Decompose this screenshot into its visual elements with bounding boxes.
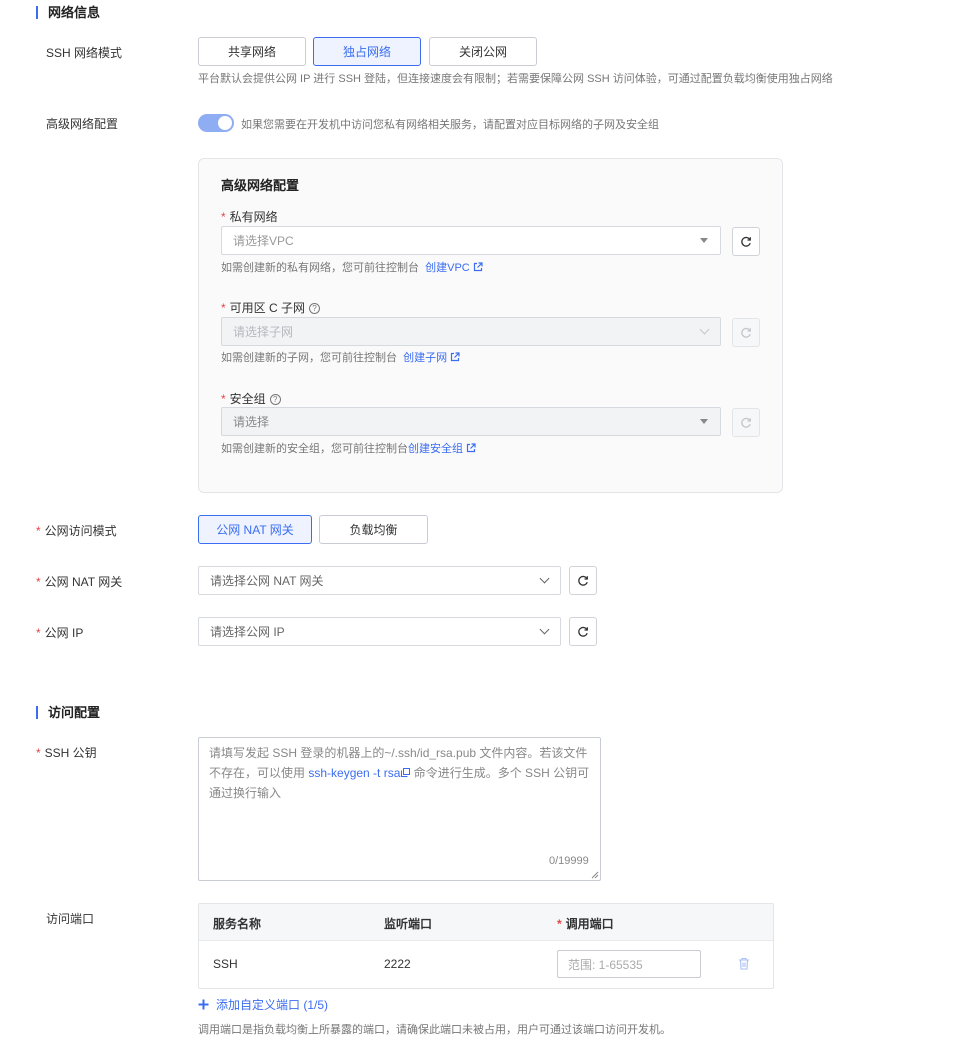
nat-gateway-label: * 公网 NAT 网关	[36, 575, 123, 589]
access-section-title: 访问配置	[36, 706, 100, 719]
create-vpc-link[interactable]: 创建VPC	[425, 262, 470, 274]
port-hint: 调用端口是指负载均衡上所暴露的端口，请确保此端口未被占用，用户可通过该端口访问开…	[198, 1024, 671, 1036]
row-listen-port: 2222	[384, 957, 411, 971]
create-security-group-link[interactable]: 创建安全组	[408, 443, 463, 455]
chevron-down-icon	[539, 624, 550, 635]
advanced-network-toggle[interactable]	[198, 114, 234, 132]
advanced-network-label: 高级网络配置	[46, 117, 119, 131]
refresh-icon	[578, 626, 588, 637]
network-section-title: 网络信息	[36, 6, 100, 19]
ssh-mode-hint: 平台默认会提供公网 IP 进行 SSH 登陆，但连接速度会有限制；若需要保障公网…	[198, 73, 833, 85]
security-group-label: * 安全组?	[221, 390, 281, 407]
ssh-key-label: * SSH 公钥	[36, 746, 97, 760]
vpc-select[interactable]: 请选择VPC	[221, 226, 721, 255]
ssh-key-counter: 0/19999	[549, 855, 589, 867]
public-ip-label: * 公网 IP	[36, 626, 84, 640]
help-icon[interactable]: ?	[269, 394, 281, 405]
chevron-down-icon	[699, 324, 710, 335]
ssh-mode-shared-button[interactable]: 共享网络	[198, 37, 306, 66]
access-port-label: 访问端口	[46, 912, 95, 926]
subnet-refresh-button[interactable]	[732, 318, 760, 347]
help-icon[interactable]: ?	[309, 303, 321, 314]
public-ip-refresh-button[interactable]	[569, 617, 597, 646]
refresh-icon	[741, 417, 751, 428]
vpc-refresh-button[interactable]	[732, 227, 760, 256]
external-link-icon	[466, 443, 476, 453]
external-link-icon	[473, 262, 483, 272]
public-mode-label: * 公网访问模式	[36, 524, 117, 538]
plus-icon	[198, 999, 209, 1010]
security-group-refresh-button[interactable]	[732, 408, 760, 437]
external-link-icon	[451, 352, 460, 362]
nat-gateway-select[interactable]: 请选择公网 NAT 网关	[198, 566, 561, 595]
refresh-icon	[741, 236, 751, 247]
caret-down-icon	[700, 238, 708, 243]
vpc-hint: 如需创建新的私有网络，您可前往控制台 创建VPC	[221, 259, 483, 275]
ssh-keygen-command-link[interactable]: ssh-keygen -t rsa	[308, 766, 400, 780]
public-mode-lb-button[interactable]: 负载均衡	[319, 515, 428, 544]
caret-down-icon	[700, 419, 708, 424]
call-port-input[interactable]: 范围: 1-65535	[557, 950, 701, 978]
ssh-mode-label: SSH 网络模式	[46, 46, 123, 60]
header-listen-port: 监听端口	[384, 917, 433, 931]
ssh-key-placeholder: 请填写发起 SSH 登录的机器上的~/.ssh/id_rsa.pub 文件内容。…	[209, 746, 590, 800]
header-service-name: 服务名称	[213, 917, 262, 931]
vpc-label: * 私有网络	[221, 210, 278, 224]
public-ip-select[interactable]: 请选择公网 IP	[198, 617, 561, 646]
security-group-select[interactable]: 请选择	[221, 407, 721, 436]
subnet-hint: 如需创建新的子网，您可前往控制台 创建子网	[221, 349, 460, 365]
chevron-down-icon	[539, 573, 550, 584]
subnet-label: * 可用区 C 子网?	[221, 299, 321, 316]
delete-icon[interactable]	[738, 957, 750, 970]
refresh-icon	[741, 327, 751, 338]
row-service-name: SSH	[213, 957, 238, 971]
advanced-panel-title: 高级网络配置	[221, 178, 300, 193]
ssh-mode-close-button[interactable]: 关闭公网	[429, 37, 537, 66]
nat-refresh-button[interactable]	[569, 566, 597, 595]
refresh-icon	[578, 575, 588, 586]
security-group-hint: 如需创建新的安全组，您可前往控制台创建安全组	[221, 440, 476, 456]
create-subnet-link[interactable]: 创建子网	[403, 352, 447, 364]
resize-handle-icon[interactable]	[591, 871, 599, 879]
header-call-port: * 调用端口	[557, 917, 614, 931]
port-table-header	[199, 904, 773, 941]
public-mode-nat-button[interactable]: 公网 NAT 网关	[198, 515, 312, 544]
subnet-select[interactable]: 请选择子网	[221, 317, 721, 346]
ssh-mode-exclusive-button[interactable]: 独占网络	[313, 37, 421, 66]
add-port-button[interactable]: 添加自定义端口 (1/5)	[198, 996, 328, 1013]
advanced-network-hint: 如果您需要在开发机中访问您私有网络相关服务，请配置对应目标网络的子网及安全组	[241, 119, 659, 131]
